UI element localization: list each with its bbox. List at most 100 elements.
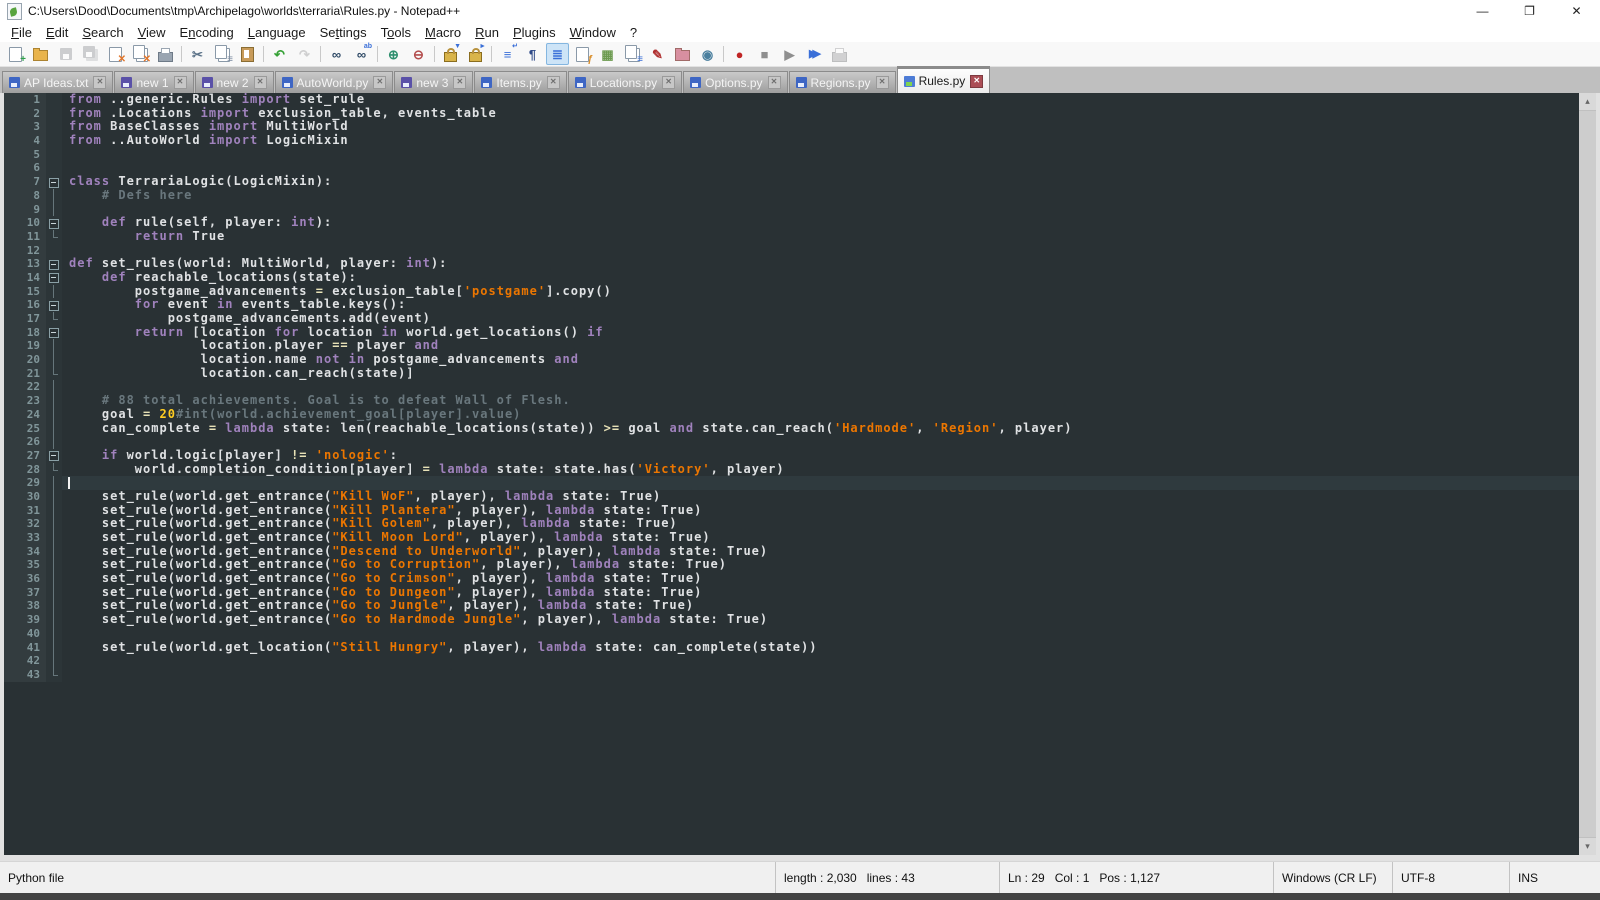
line-number[interactable]: 4 [4, 134, 46, 148]
find-button[interactable]: ∞ [325, 43, 348, 65]
fold-collapse-icon[interactable] [46, 326, 62, 340]
menu-item-run[interactable]: Run [468, 24, 506, 41]
file-monitoring-button[interactable]: ◉ [696, 43, 719, 65]
save-button[interactable] [54, 43, 77, 65]
line-number[interactable]: 31 [4, 504, 46, 518]
line-number[interactable]: 23 [4, 394, 46, 408]
line-number[interactable]: 18 [4, 326, 46, 340]
close-button[interactable]: ✕ [1553, 0, 1600, 22]
tab-new-3[interactable]: new 3✕ [394, 71, 473, 93]
line-number[interactable]: 43 [4, 668, 46, 682]
menu-item-encoding[interactable]: Encoding [173, 24, 241, 41]
menu-item-macro[interactable]: Macro [418, 24, 468, 41]
line-number[interactable]: 8 [4, 189, 46, 203]
macro-stop-button[interactable]: ■ [753, 43, 776, 65]
cut-button[interactable]: ✂ [186, 43, 209, 65]
macro-record-button[interactable]: ● [728, 43, 751, 65]
tab-close-icon[interactable]: ✕ [254, 76, 267, 89]
show-all-characters-button[interactable]: ¶ [521, 43, 544, 65]
line-number[interactable]: 32 [4, 517, 46, 531]
code-editor[interactable]: 1from ..generic.Rules import set_rule2fr… [4, 93, 1579, 855]
line-number[interactable]: 41 [4, 641, 46, 655]
menu-item-file[interactable]: File [4, 24, 39, 41]
menu-item-tools[interactable]: Tools [374, 24, 418, 41]
line-number[interactable]: 3 [4, 120, 46, 134]
macro-play-button[interactable]: ▶ [778, 43, 801, 65]
line-number[interactable]: 2 [4, 107, 46, 121]
new-file-button[interactable]: + [4, 43, 27, 65]
tab-options-py[interactable]: Options.py✕ [683, 71, 787, 93]
close-button[interactable]: ✕ [104, 43, 127, 65]
line-number[interactable]: 12 [4, 244, 46, 258]
tab-new-2[interactable]: new 2✕ [195, 71, 274, 93]
menu-item-language[interactable]: Language [241, 24, 313, 41]
redo-button[interactable]: ↷ [293, 43, 316, 65]
line-number[interactable]: 16 [4, 298, 46, 312]
line-number[interactable]: 6 [4, 161, 46, 175]
fold-collapse-icon[interactable] [46, 271, 62, 285]
line-number[interactable]: 39 [4, 613, 46, 627]
line-number[interactable]: 20 [4, 353, 46, 367]
menu-item-plugins[interactable]: Plugins [506, 24, 563, 41]
define-language-button[interactable]: ✎ [646, 43, 669, 65]
tab-close-icon[interactable]: ✕ [93, 76, 106, 89]
sync-horizontal-scroll-button[interactable]: ► [464, 43, 487, 65]
tab-ap-ideas-txt[interactable]: AP Ideas.txt✕ [2, 71, 113, 93]
line-number[interactable]: 37 [4, 586, 46, 600]
line-number[interactable]: 5 [4, 148, 46, 162]
show-indent-guide-button[interactable]: ≣ [546, 43, 569, 65]
tab-new-1[interactable]: new 1✕ [114, 71, 193, 93]
menu-item-view[interactable]: View [131, 24, 173, 41]
zoom-in-button[interactable]: ⊕ [382, 43, 405, 65]
tab-autoworld-py[interactable]: AutoWorld.py✕ [275, 71, 394, 93]
scroll-down-arrow[interactable]: ▾ [1579, 838, 1596, 855]
line-number[interactable]: 40 [4, 627, 46, 641]
scrollbar-thumb[interactable] [1579, 110, 1596, 838]
document-list-button[interactable]: ≡ [621, 43, 644, 65]
fold-collapse-icon[interactable] [46, 298, 62, 312]
line-number[interactable]: 7 [4, 175, 46, 189]
tab-close-icon[interactable]: ✕ [768, 76, 781, 89]
macro-run-multiple-button[interactable]: ▶▶ [803, 43, 826, 65]
open-folder-button[interactable] [29, 43, 52, 65]
print-button[interactable] [154, 43, 177, 65]
fold-collapse-icon[interactable] [46, 175, 62, 189]
line-number[interactable]: 28 [4, 463, 46, 477]
tab-regions-py[interactable]: Regions.py✕ [789, 71, 896, 93]
copy-button[interactable]: ≡ [211, 43, 234, 65]
tab-locations-py[interactable]: Locations.py✕ [568, 71, 682, 93]
line-number[interactable]: 29 [4, 476, 46, 490]
sync-vertical-scroll-button[interactable]: ▼ [439, 43, 462, 65]
word-wrap-button[interactable]: ≡↵ [496, 43, 519, 65]
line-number[interactable]: 25 [4, 422, 46, 436]
menu-item-settings[interactable]: Settings [313, 24, 374, 41]
folder-as-workspace-button[interactable] [671, 43, 694, 65]
menu-item-search[interactable]: Search [75, 24, 130, 41]
line-number[interactable]: 38 [4, 599, 46, 613]
line-number[interactable]: 9 [4, 203, 46, 217]
line-number[interactable]: 33 [4, 531, 46, 545]
tab-close-icon[interactable]: ✕ [876, 76, 889, 89]
line-number[interactable]: 42 [4, 654, 46, 668]
tab-close-icon[interactable]: ✕ [662, 76, 675, 89]
macro-save-button[interactable] [828, 43, 851, 65]
zoom-out-button[interactable]: ⊖ [407, 43, 430, 65]
fold-collapse-icon[interactable] [46, 216, 62, 230]
menu-item-?[interactable]: ? [623, 24, 644, 41]
save-all-button[interactable] [79, 43, 102, 65]
maximize-button[interactable]: ❐ [1506, 0, 1553, 22]
replace-button[interactable]: ∞ab [350, 43, 373, 65]
scroll-up-arrow[interactable]: ▴ [1579, 93, 1596, 110]
line-number[interactable]: 19 [4, 339, 46, 353]
line-number[interactable]: 26 [4, 435, 46, 449]
tab-items-py[interactable]: Items.py✕ [474, 71, 566, 93]
fold-collapse-icon[interactable] [46, 449, 62, 463]
function-list-button[interactable]: ƒ [571, 43, 594, 65]
line-number[interactable]: 36 [4, 572, 46, 586]
line-number[interactable]: 13 [4, 257, 46, 271]
undo-button[interactable]: ↶ [268, 43, 291, 65]
line-number[interactable]: 11 [4, 230, 46, 244]
vertical-scrollbar[interactable]: ▴ ▾ [1579, 93, 1596, 855]
tab-close-icon[interactable]: ✕ [453, 76, 466, 89]
line-number[interactable]: 1 [4, 93, 46, 107]
